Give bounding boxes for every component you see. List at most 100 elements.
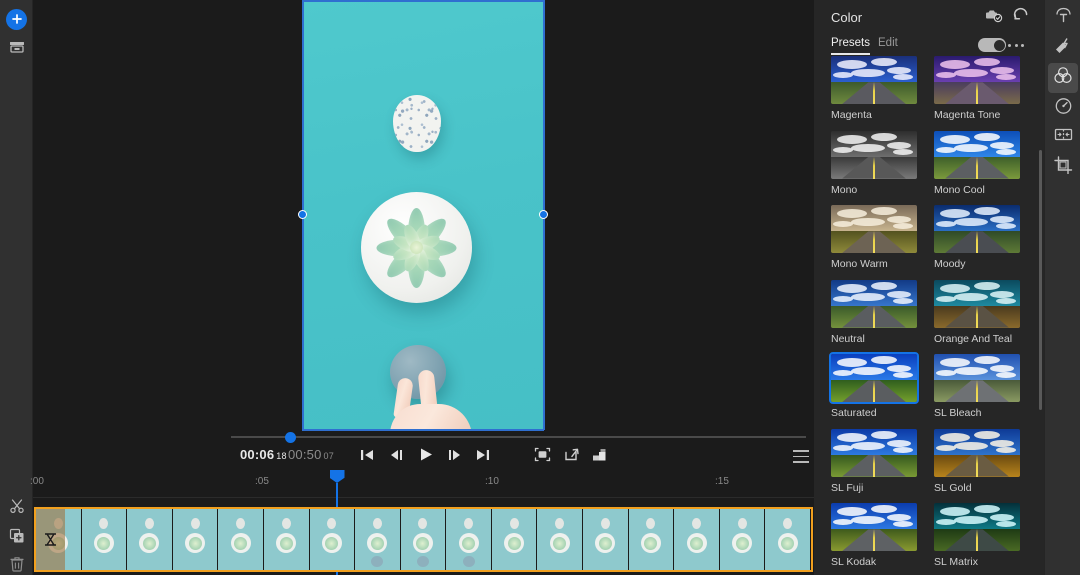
preset-item[interactable]: Magenta [831,56,917,121]
go-to-end-button[interactable] [471,447,495,467]
video-preview[interactable] [302,0,544,430]
preset-item[interactable]: Neutral [831,279,917,345]
delete-button[interactable] [0,551,33,575]
preset-item[interactable]: Orange And Teal [934,279,1020,345]
clip-thumbnail [400,509,447,570]
preset-thumbnail [934,503,1020,551]
preset-item[interactable]: Mono [831,130,917,196]
fullscreen-icon [534,447,551,467]
preset-label: SL Matrix [934,556,978,568]
step-forward-icon [446,448,462,467]
hand-object [372,369,490,430]
clip-thumbnail [263,509,310,570]
color-wheels-icon [1053,66,1073,90]
text-tool-icon [1054,7,1073,30]
go-to-start-button[interactable] [355,447,379,467]
effects-tool[interactable] [1048,33,1078,63]
step-forward-button[interactable] [442,447,466,467]
preset-label: SL Fuji [831,481,864,494]
overflow-menu-button[interactable] [793,450,809,463]
clip-trim-handle-left[interactable] [36,509,65,570]
panel-title: Color [831,10,863,25]
effects-icon [1054,37,1073,60]
add-media-button[interactable] [0,4,33,34]
clip-thumbnail [491,509,538,570]
panel-overflow-button[interactable] [1008,38,1024,52]
crop-icon [1053,155,1073,179]
skip-to-start-icon [359,448,375,467]
preset-thumbnail [831,205,917,253]
transitions-tool[interactable] [1048,122,1078,152]
resize-handle-left[interactable] [298,210,307,219]
share-button[interactable] [559,447,583,467]
ruler-tick: :05 [255,476,269,487]
preset-thumbnail [934,428,1020,477]
ruler-tick: :15 [715,476,729,487]
preset-label: Neutral [831,332,865,345]
transitions-icon [1054,126,1073,148]
scrubber-track[interactable] [231,436,806,438]
total-duration-timecode: 00:50 07 [288,447,334,462]
reset-icon [1013,7,1031,28]
preset-item[interactable]: SL Gold [934,428,1020,494]
scrubber-handle[interactable] [285,432,296,443]
preset-item[interactable]: Magenta Tone [934,56,1020,121]
color-tool[interactable] [1048,63,1078,93]
clip-thumbnail [81,509,128,570]
text-tool[interactable] [1048,3,1078,33]
preset-item[interactable]: SL Matrix [934,503,1020,568]
tab-edit[interactable]: Edit [878,37,898,53]
right-toolbar [1044,0,1080,575]
preset-thumbnail [829,352,919,404]
selection-edge-bottom [302,429,544,431]
preset-item[interactable]: Mono Cool [934,130,1020,196]
crop-tool[interactable] [1048,152,1078,182]
color-enable-toggle[interactable] [978,38,1006,52]
play-button[interactable] [414,447,438,467]
preset-item[interactable]: Mono Warm [831,205,917,270]
auto-color-icon [985,7,1003,28]
preset-thumbnail [831,279,917,328]
fullscreen-button[interactable] [530,447,554,467]
layers-button[interactable] [588,447,612,467]
speed-tool[interactable] [1048,93,1078,123]
speedometer-icon [1054,97,1073,120]
preset-label: Mono [831,183,858,196]
duplicate-button[interactable] [0,523,33,553]
clip-thumbnail [674,509,720,570]
resize-handle-right[interactable] [539,210,548,219]
preset-thumbnail [831,130,917,179]
ruler-tick: :10 [485,476,499,487]
auto-color-button[interactable] [984,8,1004,26]
succulent-dish-object [361,192,472,303]
preset-item[interactable]: Moody [934,205,1020,270]
clip-thumbnail [628,509,675,570]
left-toolbar [0,0,33,575]
trim-grip-icon [45,533,56,546]
clip-thumbnail [583,509,629,570]
timeline-clip[interactable] [34,507,813,572]
tab-presets[interactable]: Presets [831,37,870,55]
preset-label: Mono Warm [831,258,888,270]
preset-item[interactable]: Saturated [829,352,919,419]
preset-item[interactable]: SL Kodak [831,503,917,568]
plus-icon [6,8,27,30]
clip-thumbnail [309,509,356,570]
preset-grid: Magenta Magenta Tone Mono Mono Cool Mono War… [814,56,1044,575]
step-back-button[interactable] [385,447,409,467]
reset-button[interactable] [1012,7,1032,28]
preset-item[interactable]: SL Bleach [934,354,1020,419]
preset-label: Magenta [831,109,872,121]
media-library-button[interactable] [0,34,33,64]
preset-thumbnail [831,503,917,551]
preset-label: SL Kodak [831,556,877,568]
skip-to-end-icon [475,448,491,467]
duplicate-icon [9,528,25,549]
clip-thumbnail [218,509,264,570]
clip-thumbnail [537,509,584,570]
timeline-ruler[interactable]: :00 :05 :10 :15 [30,468,814,498]
preset-item[interactable]: SL Fuji [831,428,917,494]
preset-thumbnail [934,279,1020,328]
split-button[interactable] [0,493,33,523]
media-archive-icon [9,40,25,59]
